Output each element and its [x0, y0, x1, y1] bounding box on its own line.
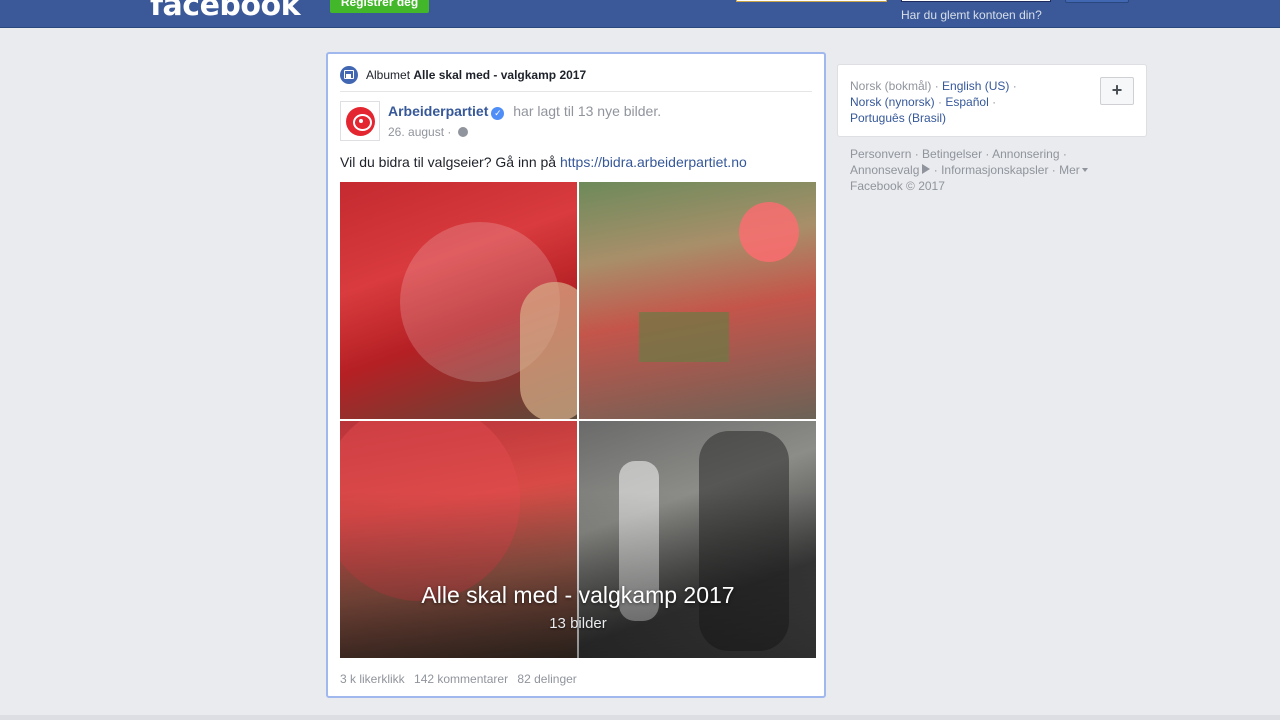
post-message: Vil du bidra til valgseier? Gå inn på ht…: [340, 154, 747, 170]
facebook-logo[interactable]: facebook: [150, 0, 301, 23]
author-link[interactable]: Arbeiderpartiet: [388, 103, 488, 119]
forgot-account-link[interactable]: Har du glemt kontoen din?: [901, 8, 1042, 22]
footer-privacy[interactable]: Personvern: [850, 147, 911, 161]
comments-count[interactable]: 142 kommentarer: [414, 672, 508, 686]
page-avatar[interactable]: [340, 101, 380, 141]
verified-badge-icon: ✓: [491, 107, 505, 120]
top-navigation-bar: facebook Registrer deg Har du glemt kont…: [0, 0, 1280, 28]
language-selector-box: Norsk (bokmål) · English (US) · Norsk (n…: [837, 64, 1147, 137]
separator: ·: [938, 95, 943, 109]
globe-icon[interactable]: [457, 127, 468, 137]
album-header: Albumet Alle skal med - valgkamp 2017: [340, 66, 812, 92]
post-date[interactable]: 26. august: [388, 125, 444, 139]
ad-choices-icon: [922, 164, 931, 174]
footer-terms[interactable]: Betingelser: [922, 147, 982, 161]
album-prefix: Albumet: [366, 68, 411, 82]
album-overlay-title[interactable]: Alle skal med - valgkamp 2017: [340, 582, 816, 609]
post-message-text: Vil du bidra til valgseier? Gå inn på: [340, 154, 557, 170]
album-label: Albumet Alle skal med - valgkamp 2017: [366, 68, 586, 82]
language-english[interactable]: English (US): [942, 79, 1009, 93]
bottom-bar: [0, 715, 1280, 720]
separator: ·: [934, 79, 939, 93]
login-button[interactable]: [1065, 0, 1129, 3]
language-list: Norsk (bokmål) · English (US) · Norsk (n…: [850, 78, 1090, 126]
password-field[interactable]: [901, 0, 1051, 2]
separator: ·: [1012, 79, 1017, 93]
register-button[interactable]: Registrer deg: [330, 0, 429, 13]
email-field[interactable]: [736, 0, 887, 2]
page-footer: Personvern · Betingelser · Annonsering ·…: [850, 146, 1140, 194]
album-icon: [340, 66, 358, 84]
album-photo-count: 13 bilder: [549, 615, 607, 632]
shares-count[interactable]: 82 delinger: [517, 672, 576, 686]
album-name-link[interactable]: Alle skal med - valgkamp 2017: [413, 68, 586, 82]
current-language: Norsk (bokmål): [850, 79, 932, 93]
language-spanish[interactable]: Español: [945, 95, 988, 109]
footer-copyright: Facebook © 2017: [850, 179, 945, 193]
more-languages-button[interactable]: +: [1100, 77, 1134, 105]
photo-grid: Alle skal med - valgkamp 2017 13 bilder: [340, 182, 816, 658]
language-nynorsk[interactable]: Norsk (nynorsk): [850, 95, 935, 109]
likes-count[interactable]: 3 k likerklikk: [340, 672, 405, 686]
post-card: Albumet Alle skal med - valgkamp 2017 Ar…: [326, 52, 826, 698]
post-message-link[interactable]: https://bidra.arbeiderpartiet.no: [560, 154, 747, 170]
footer-more[interactable]: Mer: [1059, 163, 1080, 177]
post-author-line: Arbeiderpartiet ✓ har lagt til 13 nye bil…: [388, 103, 661, 120]
footer-cookies[interactable]: Informasjonskapsler: [941, 163, 1048, 177]
footer-advertising[interactable]: Annonsering: [992, 147, 1059, 161]
post-meta: 26. august ·: [388, 125, 468, 139]
photo-thumbnail[interactable]: [579, 182, 816, 419]
footer-ad-choices[interactable]: Annonsevalg: [850, 163, 919, 177]
engagement-stats: 3 k likerklikk 142 kommentarer 82 deling…: [340, 672, 583, 686]
post-action-text: har lagt til 13 nye bilder.: [513, 103, 662, 119]
meta-separator: ·: [447, 125, 452, 139]
photo-thumbnail[interactable]: [340, 182, 577, 419]
rose-logo-icon: [346, 107, 375, 136]
chevron-down-icon: [1081, 168, 1088, 172]
separator: ·: [992, 95, 997, 109]
language-portuguese[interactable]: Português (Brasil): [850, 111, 946, 125]
